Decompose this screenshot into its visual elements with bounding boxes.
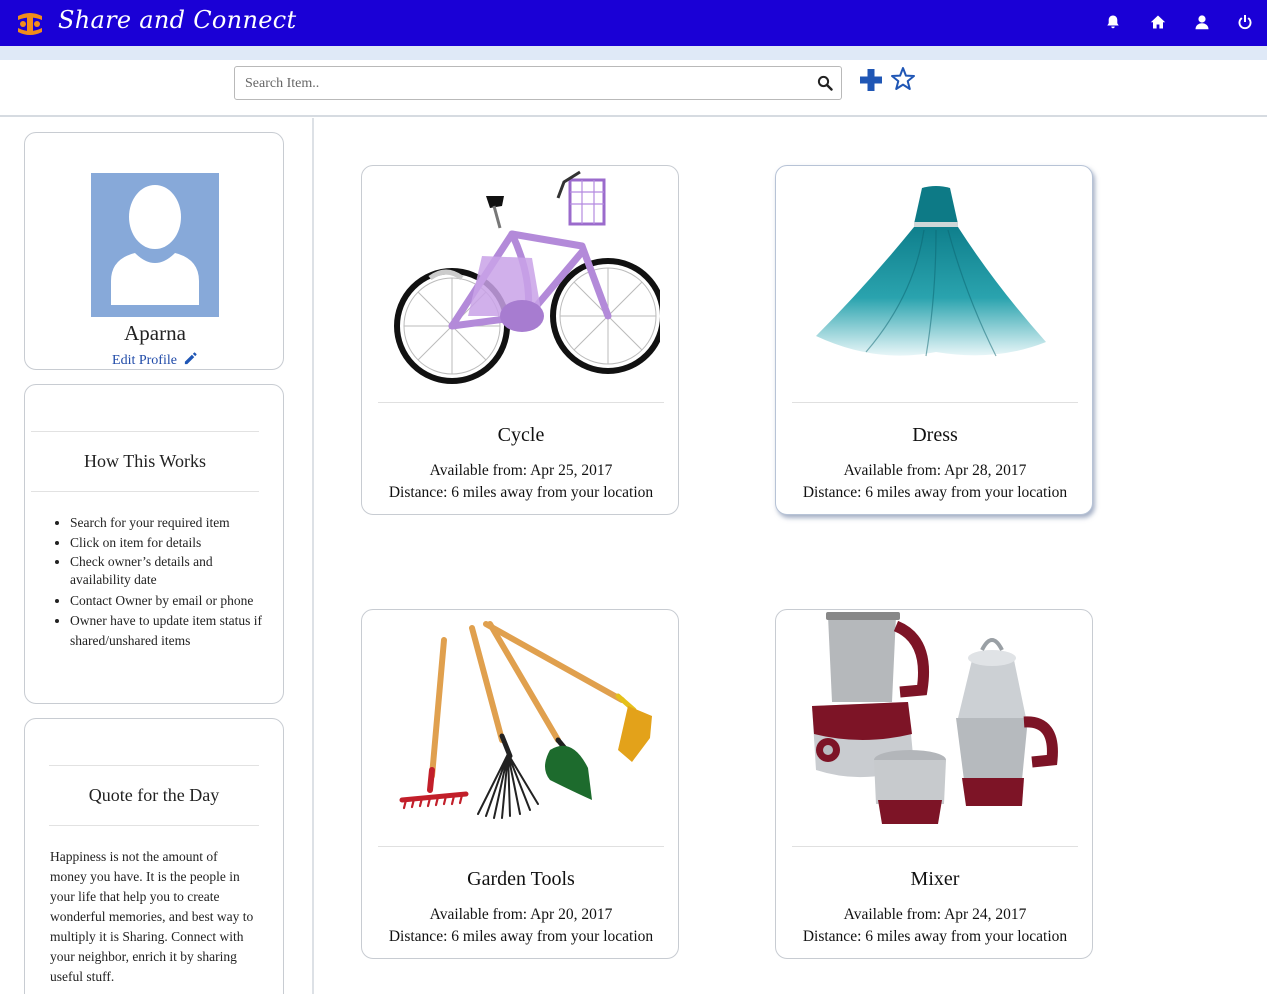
quote-card: Quote for the Day Happiness is not the a… — [24, 718, 284, 994]
card-divider — [792, 846, 1078, 847]
navbar-underline — [0, 46, 1267, 60]
profile-name: Aparna — [124, 321, 186, 345]
quote-text: Happiness is not the amount of money you… — [50, 849, 254, 984]
item-available-date: Available from: Apr 28, 2017 — [843, 462, 1027, 479]
divider — [31, 431, 259, 432]
item-title[interactable]: Garden Tools — [362, 868, 680, 891]
item-distance: Distance: 6 miles away from your locatio… — [388, 928, 654, 945]
favorites-star-icon[interactable] — [890, 66, 916, 92]
item-available-date: Available from: Apr 20, 2017 — [429, 906, 613, 923]
item-title[interactable]: Dress — [776, 424, 1094, 447]
pencil-icon[interactable] — [183, 351, 198, 366]
item-available-date: Available from: Apr 24, 2017 — [843, 906, 1027, 923]
power-icon[interactable] — [1235, 12, 1255, 32]
mixer-image — [812, 612, 1058, 824]
avatar[interactable] — [91, 173, 219, 317]
how-this-works-title: How This Works — [84, 451, 206, 471]
divider — [31, 491, 259, 492]
item-available-date: Available from: Apr 25, 2017 — [429, 462, 613, 479]
edit-profile-link[interactable]: Edit Profile — [25, 351, 285, 369]
search-box — [234, 66, 842, 100]
item-card-mixer[interactable]: Mixer Available from: Apr 24, 2017 Dista… — [775, 609, 1093, 959]
item-card-cycle[interactable]: Cycle Available from: Apr 25, 2017 Dista… — [361, 165, 679, 515]
divider — [49, 765, 259, 766]
app-logo-icon[interactable] — [14, 8, 46, 40]
card-divider — [378, 846, 664, 847]
list-item: Click on item for details — [70, 533, 270, 553]
edit-profile-label[interactable]: Edit Profile — [112, 353, 177, 368]
list-item: Search for your required item — [70, 513, 270, 533]
item-card-garden-tools[interactable]: Garden Tools Available from: Apr 20, 201… — [361, 609, 679, 959]
bell-icon[interactable] — [1103, 12, 1123, 32]
how-this-works-card: How This Works Search for your required … — [24, 384, 284, 704]
list-item: Check owner’s details and availability d… — [70, 553, 270, 589]
how-steps-list: Search for your required item Click on i… — [70, 513, 270, 651]
garden-tools-image — [399, 621, 652, 819]
card-divider — [378, 402, 664, 403]
add-item-plus-icon[interactable] — [858, 67, 884, 93]
item-title[interactable]: Mixer — [776, 868, 1094, 891]
item-distance: Distance: 6 miles away from your locatio… — [388, 484, 654, 501]
sidebar-divider — [312, 118, 314, 994]
list-item: Contact Owner by email or phone — [70, 591, 270, 611]
dress-image — [816, 186, 1046, 357]
list-item: Owner have to update item status if shar… — [70, 611, 270, 651]
search-row — [0, 60, 1267, 117]
search-input[interactable] — [245, 73, 805, 95]
user-icon[interactable] — [1192, 12, 1212, 32]
cycle-image — [394, 170, 660, 384]
user-avatar-icon — [111, 185, 199, 305]
home-icon[interactable] — [1148, 12, 1168, 32]
item-distance: Distance: 6 miles away from your locatio… — [802, 928, 1068, 945]
item-distance: Distance: 6 miles away from your locatio… — [802, 484, 1068, 501]
top-navbar: Share and Connect — [0, 0, 1267, 46]
quote-title: Quote for the Day — [88, 785, 220, 805]
app-brand[interactable]: Share and Connect — [58, 6, 296, 34]
profile-card: Aparna Edit Profile — [24, 132, 284, 370]
item-card-dress[interactable]: Dress Available from: Apr 28, 2017 Dista… — [775, 165, 1093, 515]
search-icon[interactable] — [817, 75, 833, 91]
divider — [49, 825, 259, 826]
card-divider — [792, 402, 1078, 403]
item-title[interactable]: Cycle — [362, 424, 680, 447]
